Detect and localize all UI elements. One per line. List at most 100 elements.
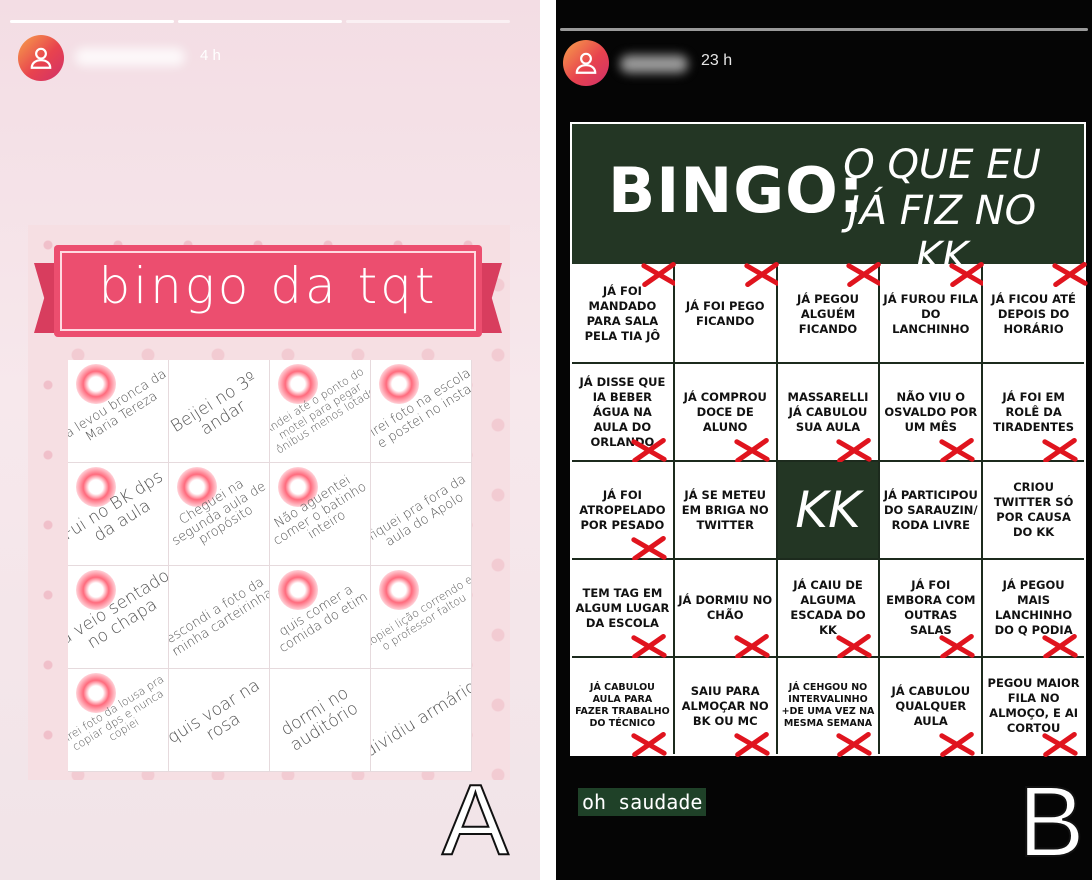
post-time: 23 h <box>701 52 733 69</box>
bingo-cell: Fui no BK dps da aula <box>68 463 169 566</box>
red-x-mark <box>732 730 772 760</box>
bingo-cell-text: KK <box>795 481 861 539</box>
bingo-cell: JÁ COMPROU DOCE DE ALUNO <box>674 364 776 460</box>
bingo-cell-text: JÁ FICOU ATÉ DEPOIS DO HORÁRIO <box>991 291 1076 336</box>
red-x-mark <box>1050 260 1090 290</box>
bingo-cell: quis comer a comida do etim <box>270 566 371 669</box>
bingo-cell: JÁ FOI MANDADO PARA SALA PELA TIA JÔ <box>572 266 673 362</box>
story-panel-a[interactable]: 4 h bingo da tqt já levou bronca da Mari… <box>0 0 540 880</box>
bingo-cell: CRIOU TWITTER SÓ POR CAUSA DO KK <box>983 462 1084 558</box>
bingo-cell: já levou bronca da Maria Tereza <box>68 360 169 463</box>
bingo-cell-text: JÁ PEGOU ALGUÉM FICANDO <box>796 291 859 336</box>
progress-segment <box>10 20 174 23</box>
bingo-cell: JÁ FOI ATROPELADO POR PESADO <box>572 462 673 558</box>
avatar[interactable] <box>563 40 609 86</box>
bingo-cell-text: SAIU PARA ALMOÇAR NO BK OU MC <box>681 683 769 728</box>
bingo-cell: JÁ CAIU DE ALGUMA ESCADA DO KK <box>777 560 879 656</box>
bingo-cell: JÁ CEHGOU NO INTERVALINHO +DE UMA VEZ NA… <box>777 658 879 754</box>
bingo-cell: Tirei foto na escola e postei no insta <box>371 360 472 463</box>
bingo-cell: JÁ PEGOU ALGUÉM FICANDO <box>777 266 879 362</box>
bingo-cell-text: JÁ SE METEU EM BRIGA NO TWITTER <box>681 487 769 532</box>
bingo-cell: dormi no auditório <box>270 669 371 772</box>
bingo-card-a: bingo da tqt já levou bronca da Maria Te… <box>28 225 510 780</box>
bingo-title: bingo da tqt <box>98 257 438 315</box>
bingo-cell-text: MASSARELLI JÁ CABULOU SUA AULA <box>787 389 869 434</box>
bingo-cell: Tirei foto da lousa pra copiar dps e nun… <box>68 669 169 772</box>
red-x-mark <box>947 260 987 290</box>
bingo-cell-text: JÁ CABULOU QUALQUER AULA <box>891 683 971 728</box>
red-x-mark <box>629 730 669 760</box>
bingo-cell: quis voar na rosa <box>169 669 270 772</box>
bingo-cell-text: escondi a foto da minha carteirinha <box>169 574 270 660</box>
bingo-title: BINGO: <box>608 154 865 227</box>
bingo-cell-text: JÁ FOI PEGO FICANDO <box>685 299 765 328</box>
bingo-cell: dividiu armário <box>371 669 472 772</box>
bingo-cell: JÁ PEGOU MAIS LANCHINHO DO Q PODIA <box>983 560 1084 656</box>
bingo-cell: JÁ FOI PEGO FICANDO <box>674 266 776 362</box>
bingo-cell-text: JÁ FOI MANDADO PARA SALA PELA TIA JÔ <box>584 284 661 343</box>
progress-segment <box>346 20 510 23</box>
bingo-cell-text: dividiu armário <box>371 676 472 762</box>
bingo-cell: JÁ FUROU FILA DO LANCHINHO <box>880 266 982 362</box>
panel-label: A <box>441 764 510 876</box>
story-caption: oh saudade <box>578 788 707 816</box>
bingo-cell: Copiei lição correndo e o professor falt… <box>371 566 472 669</box>
user-icon <box>575 52 597 74</box>
bingo-card-b: BINGO: O QUE EU JÁ FIZ NO KK JÁ FOI MAND… <box>570 122 1086 756</box>
bingo-cell-text: PEGOU MAIOR FILA NO ALMOÇO, E AI CORTOU <box>987 676 1080 735</box>
bingo-cell-text: JÁ FUROU FILA DO LANCHINHO <box>883 291 979 336</box>
bingo-cell: JÁ CABULOU AULA PARA FAZER TRABALHO DO T… <box>572 658 673 754</box>
bingo-cell: fiquei pra fora da aula do Apolo <box>371 463 472 566</box>
user-icon <box>30 47 52 69</box>
avatar[interactable] <box>18 35 64 81</box>
bingo-cell: MASSARELLI JÁ CABULOU SUA AULA <box>777 364 879 460</box>
red-x-mark <box>742 260 782 290</box>
bingo-cell: Cheguei na segunda aula de propósito <box>169 463 270 566</box>
bingo-cell: TEM TAG EM ALGUM LUGAR DA ESCOLA <box>572 560 673 656</box>
bingo-cell-text: NÃO VIU O OSVALDO POR UM MÊS <box>884 389 978 434</box>
bingo-cell: JÁ DORMIU NO CHÃO <box>674 560 776 656</box>
panel-label: B <box>1017 766 1086 878</box>
story-panel-b[interactable]: 23 h BINGO: O QUE EU JÁ FIZ NO KK JÁ FOI… <box>556 0 1092 880</box>
bingo-cell-text: JÁ COMPROU DOCE DE ALUNO <box>683 389 767 434</box>
bingo-cell-text: quis voar na rosa <box>169 675 264 748</box>
bingo-cell: JÁ FICOU ATÉ DEPOIS DO HORÁRIO <box>983 266 1084 362</box>
title-banner: bingo da tqt <box>34 245 502 337</box>
bingo-cell: Andei até o ponto do motel para pegar ôn… <box>270 360 371 463</box>
username-blurred[interactable] <box>75 48 185 66</box>
marker-dot <box>379 570 419 610</box>
bingo-cell: JÁ CABULOU QUALQUER AULA <box>880 658 982 754</box>
bingo-cell: NÃO VIU O OSVALDO POR UM MÊS <box>880 364 982 460</box>
bingo-cell: JÁ FOI EM ROLÊ DA TIRADENTES <box>983 364 1084 460</box>
red-x-mark <box>1040 730 1080 760</box>
red-x-mark <box>844 260 884 290</box>
bingo-cell-text: TEM TAG EM ALGUM LUGAR DA ESCOLA <box>575 585 670 630</box>
bingo-cell: PEGOU MAIOR FILA NO ALMOÇO, E AI CORTOU <box>983 658 1084 754</box>
bingo-cell: Beijei no 3º andar <box>169 360 270 463</box>
bingo-cell-text: JÁ PARTICIPOU DO SARAUZIN/ RODA LIVRE <box>883 487 978 532</box>
bingo-cell-text: JÁ FOI EMBORA COM OUTRAS SALAS <box>886 578 976 637</box>
bingo-cell-text: fiquei pra fora da aula do Apolo <box>371 471 469 550</box>
bingo-cell-text: JÁ DORMIU NO CHÃO <box>678 593 773 622</box>
bingo-cell-text: JÁ FOI ATROPELADO POR PESADO <box>579 487 666 532</box>
progress-segment <box>178 20 342 23</box>
bingo-cell: JÁ DISSE QUE IA BEBER ÁGUA NA AULA DO OR… <box>572 364 673 460</box>
bingo-cell-text: JÁ CEHGOU NO INTERVALINHO +DE UMA VEZ NA… <box>781 682 875 729</box>
bingo-grid-b: JÁ FOI MANDADO PARA SALA PELA TIA JÔ JÁ F… <box>572 266 1084 754</box>
bingo-header: BINGO: O QUE EU JÁ FIZ NO KK <box>572 124 1084 280</box>
bingo-grid-a: já levou bronca da Maria Tereza Beijei no… <box>68 360 472 772</box>
bingo-cell-text: Beijei no 3º andar <box>169 368 261 440</box>
bingo-cell-text: CRIOU TWITTER SÓ POR CAUSA DO KK <box>993 480 1074 539</box>
bingo-free-cell: KK <box>777 462 879 558</box>
progress-segment <box>560 28 1088 31</box>
post-time: 4 h <box>200 47 221 64</box>
bingo-cell-text: JÁ FOI EM ROLÊ DA TIRADENTES <box>993 389 1075 434</box>
bingo-cell: JÁ SE METEU EM BRIGA NO TWITTER <box>674 462 776 558</box>
red-x-mark <box>639 260 679 290</box>
bingo-cell: JÁ FOI EMBORA COM OUTRAS SALAS <box>880 560 982 656</box>
bingo-cell-text: JÁ PEGOU MAIS LANCHINHO DO Q PODIA <box>994 578 1073 637</box>
bingo-cell-text: JÁ CAIU DE ALGUMA ESCADA DO KK <box>790 578 866 637</box>
red-x-mark <box>834 730 874 760</box>
username-blurred[interactable] <box>620 55 688 73</box>
red-x-mark <box>937 730 977 760</box>
